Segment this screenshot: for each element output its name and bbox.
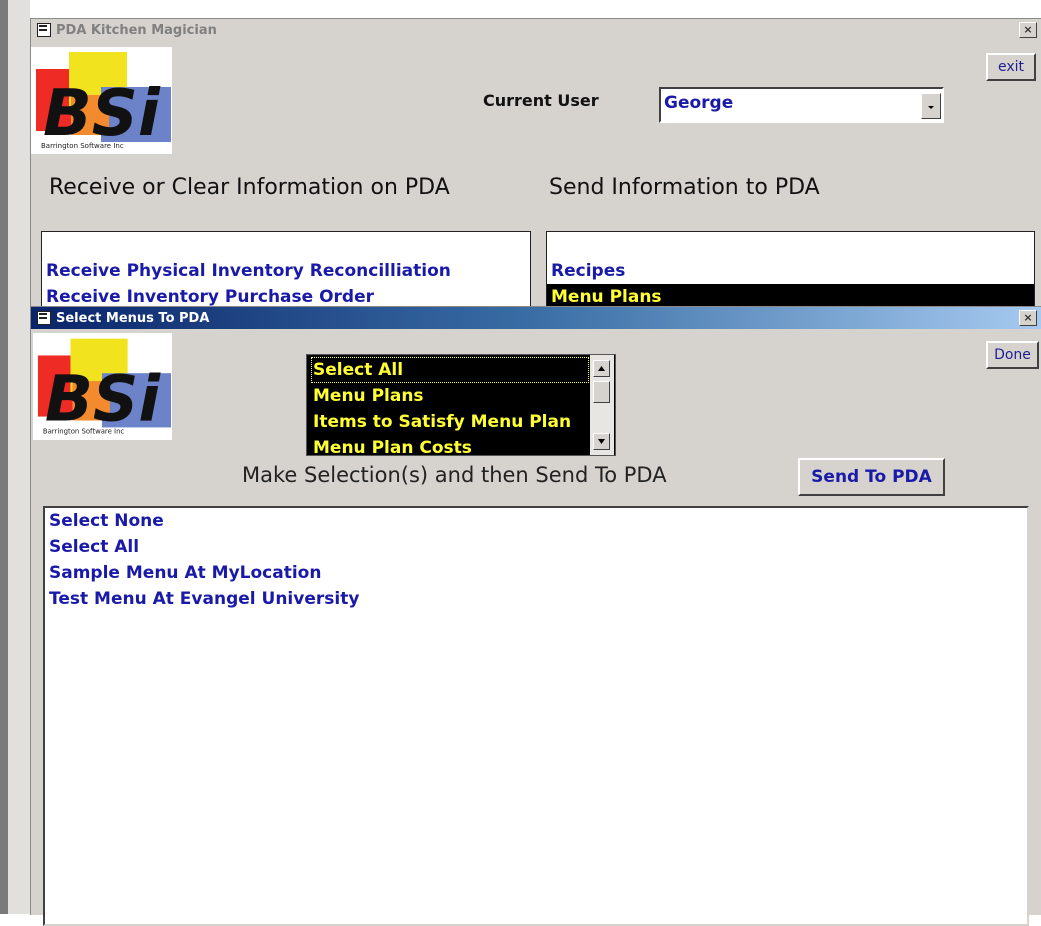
dialog-titlebar: Select Menus To PDA ×	[31, 307, 1041, 329]
main-window: PDA Kitchen Magician × BSi Barrington So…	[30, 18, 1041, 323]
listbox-option[interactable]: Items to Satisfy Menu Plan	[313, 409, 571, 435]
listbox-option[interactable]: Menu Plan Costs	[313, 435, 472, 455]
form-icon	[37, 311, 51, 325]
listbox-option[interactable]: Select All	[313, 357, 403, 383]
main-titlebar: PDA Kitchen Magician ×	[31, 19, 1041, 41]
main-title: PDA Kitchen Magician	[56, 22, 217, 38]
screen-edge	[0, 0, 8, 914]
done-button[interactable]: Done	[986, 341, 1039, 369]
dropdown-arrow-icon[interactable]	[921, 93, 941, 119]
send-item[interactable]: Recipes	[551, 258, 625, 284]
current-user-value: George	[664, 93, 734, 113]
current-user-label: Current User	[483, 91, 599, 110]
form-icon	[37, 23, 51, 37]
current-user-combobox[interactable]: George	[659, 87, 944, 123]
receive-item[interactable]: Receive Physical Inventory Reconcilliati…	[46, 258, 451, 284]
close-icon[interactable]: ×	[1019, 22, 1037, 38]
listbox-scrollbar[interactable]	[590, 355, 614, 455]
close-icon[interactable]: ×	[1019, 310, 1037, 326]
listbox-option[interactable]: Menu Plans	[313, 383, 424, 409]
menu-list-item[interactable]: Select All	[49, 534, 139, 560]
menu-list-item[interactable]: Test Menu At Evangel University	[49, 586, 359, 612]
menu-list-item[interactable]: Sample Menu At MyLocation	[49, 560, 321, 586]
exit-button[interactable]: exit	[986, 53, 1036, 81]
bsi-logo: BSi Barrington Software Inc	[31, 47, 172, 154]
select-menus-dialog: Select Menus To PDA × BSi Barrington Sof…	[30, 306, 1041, 926]
logo-text: BSi	[45, 362, 162, 436]
send-to-pda-button[interactable]: Send To PDA	[798, 458, 945, 496]
scroll-thumb[interactable]	[593, 381, 610, 403]
send-heading: Send Information to PDA	[549, 175, 820, 200]
logo-caption: Barrington Software Inc	[41, 142, 124, 150]
scroll-down-icon[interactable]	[593, 433, 610, 450]
scroll-up-icon[interactable]	[593, 360, 610, 377]
logo-text: BSi	[43, 77, 161, 151]
menu-list[interactable]: Select None Select All Sample Menu At My…	[43, 506, 1029, 926]
receive-heading: Receive or Clear Information on PDA	[49, 175, 450, 200]
selection-listbox[interactable]: Select All Menu Plans Items to Satisfy M…	[306, 354, 616, 456]
menu-list-item[interactable]: Select None	[49, 508, 164, 534]
dialog-title: Select Menus To PDA	[56, 310, 210, 326]
bsi-logo: BSi Barrington Software Inc	[33, 333, 172, 440]
logo-caption: Barrington Software Inc	[43, 427, 125, 435]
instruction-text: Make Selection(s) and then Send To PDA	[242, 463, 667, 487]
screen-edge-light	[8, 0, 30, 914]
